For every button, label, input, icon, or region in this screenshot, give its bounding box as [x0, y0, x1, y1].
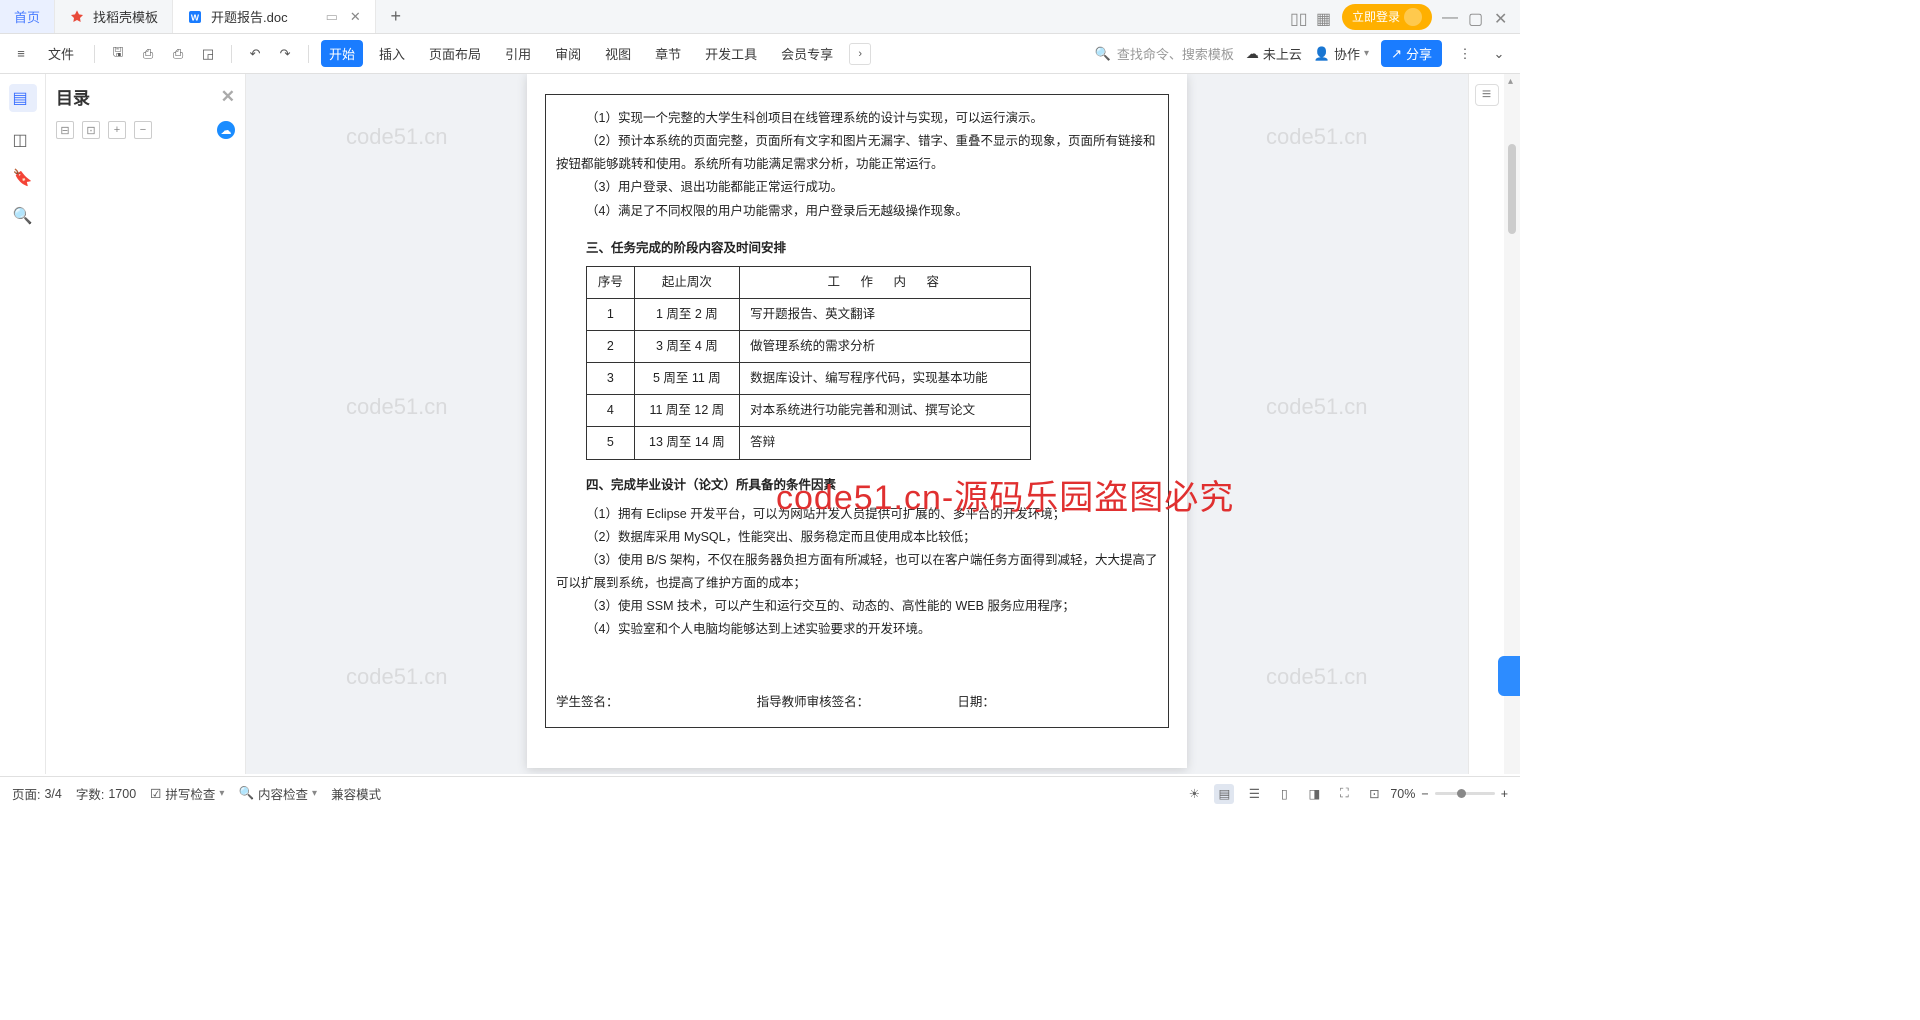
login-button[interactable]: 立即登录: [1342, 4, 1432, 30]
file-menu[interactable]: 文件: [40, 40, 82, 67]
bookmark-icon[interactable]: 🔖: [13, 168, 33, 188]
cloud-icon: ☁: [1246, 46, 1259, 62]
collapse-all-icon[interactable]: ⊟: [56, 121, 74, 139]
nav-icon[interactable]: ◫: [13, 130, 33, 150]
ribbon-more-icon[interactable]: ⋮: [1454, 43, 1476, 65]
template-icon: [69, 9, 85, 25]
scroll-thumb[interactable]: [1508, 144, 1516, 234]
search-icon: 🔍: [1095, 46, 1111, 62]
left-rail: ▤ ◫ 🔖 🔍: [0, 74, 46, 774]
tab-templates[interactable]: 找稻壳模板: [55, 0, 173, 33]
tab-chapter[interactable]: 章节: [647, 40, 689, 67]
fullscreen-icon[interactable]: ⛶: [1334, 784, 1354, 804]
share-button[interactable]: ↗分享: [1381, 40, 1442, 67]
apps-icon[interactable]: ▦: [1316, 9, 1332, 25]
cloud-status[interactable]: ☁未上云: [1246, 44, 1302, 63]
layout-icon[interactable]: ▯▯: [1290, 9, 1306, 25]
document-canvas[interactable]: code51.cn code51.cn code51.cn code51.cn …: [246, 74, 1468, 774]
expand-all-icon[interactable]: ⊡: [82, 121, 100, 139]
scrollbar[interactable]: ▴: [1504, 74, 1520, 774]
status-bar: 页面: 3/4 字数: 1700 ☑ 拼写检查 ▾ 🔍 内容检查 ▾ 兼容模式 …: [0, 776, 1520, 810]
remove-level-icon[interactable]: −: [134, 121, 152, 139]
tab-start[interactable]: 开始: [321, 40, 363, 67]
toc-panel: 目录 ✕ ⊟ ⊡ + − ☁: [46, 74, 246, 774]
tab-document[interactable]: W 开题报告.doc ▭ ✕: [173, 0, 376, 33]
collab-button[interactable]: 👤协作▾: [1314, 44, 1369, 63]
save-icon[interactable]: 🖫: [107, 43, 129, 65]
new-tab-button[interactable]: +: [376, 0, 416, 33]
collapse-ribbon-icon[interactable]: ⌄: [1488, 43, 1510, 65]
outline-view-icon[interactable]: ☰: [1244, 784, 1264, 804]
export-icon[interactable]: ⎙: [137, 43, 159, 65]
tab-dev[interactable]: 开发工具: [697, 40, 765, 67]
focus-view-icon[interactable]: ◨: [1304, 784, 1324, 804]
document-page: （1）实现一个完整的大学生科创项目在线管理系统的设计与实现，可以运行演示。 （2…: [527, 74, 1187, 768]
word-count[interactable]: 字数: 1700: [76, 784, 136, 803]
toc-badge-icon[interactable]: ☁: [217, 121, 235, 139]
tab-layout[interactable]: 页面布局: [421, 40, 489, 67]
tab-review[interactable]: 审阅: [547, 40, 589, 67]
window-mode-icon[interactable]: ▭: [326, 9, 338, 25]
reading-mode-icon[interactable]: ☀: [1184, 784, 1204, 804]
tab-view[interactable]: 视图: [597, 40, 639, 67]
zoom-control[interactable]: ⊡ 70% − +: [1364, 784, 1508, 804]
web-view-icon[interactable]: ▯: [1274, 784, 1294, 804]
add-level-icon[interactable]: +: [108, 121, 126, 139]
zoom-slider[interactable]: [1435, 792, 1495, 795]
undo-icon[interactable]: ↶: [244, 43, 266, 65]
outline-icon[interactable]: ▤: [9, 84, 37, 112]
close-window-icon[interactable]: ✕: [1494, 9, 1510, 25]
zoom-out-icon[interactable]: −: [1421, 787, 1428, 801]
fit-width-icon[interactable]: ⊡: [1364, 784, 1384, 804]
search-input[interactable]: 🔍查找命令、搜索模板: [1095, 44, 1234, 63]
minimize-icon[interactable]: —: [1442, 9, 1458, 25]
word-icon: W: [187, 9, 203, 25]
side-tab-icon[interactable]: [1498, 656, 1520, 696]
page-indicator[interactable]: 页面: 3/4: [12, 784, 62, 803]
scroll-up-icon[interactable]: ▴: [1508, 76, 1513, 87]
tab-insert[interactable]: 插入: [371, 40, 413, 67]
close-toc-icon[interactable]: ✕: [221, 87, 235, 107]
avatar-icon: [1404, 8, 1422, 26]
tab-reference[interactable]: 引用: [497, 40, 539, 67]
page-view-icon[interactable]: ▤: [1214, 784, 1234, 804]
preview-icon[interactable]: ◲: [197, 43, 219, 65]
tab-vip[interactable]: 会员专享: [773, 40, 841, 67]
close-icon[interactable]: ✕: [350, 9, 361, 25]
collab-icon: 👤: [1314, 46, 1330, 62]
compat-mode[interactable]: 兼容模式: [331, 784, 381, 803]
share-icon: ↗: [1391, 46, 1402, 62]
panel-toggle-icon[interactable]: ≡: [1475, 84, 1499, 106]
menu-icon[interactable]: ≡: [10, 43, 32, 65]
spellcheck-button[interactable]: ☑ 拼写检查 ▾: [150, 784, 224, 803]
more-tabs-icon[interactable]: ›: [849, 43, 871, 65]
maximize-icon[interactable]: ▢: [1468, 9, 1484, 25]
zoom-in-icon[interactable]: +: [1501, 787, 1508, 801]
svg-text:W: W: [191, 12, 200, 22]
redo-icon[interactable]: ↷: [274, 43, 296, 65]
print-icon[interactable]: ⎙: [167, 43, 189, 65]
toc-title: 目录: [56, 84, 90, 109]
find-icon[interactable]: 🔍: [13, 206, 33, 226]
tab-home[interactable]: 首页: [0, 0, 55, 33]
content-check-button[interactable]: 🔍 内容检查 ▾: [238, 784, 317, 803]
schedule-table: 序号起止周次工 作 内 容 11 周至 2 周写开题报告、英文翻译 23 周至 …: [586, 266, 1031, 460]
